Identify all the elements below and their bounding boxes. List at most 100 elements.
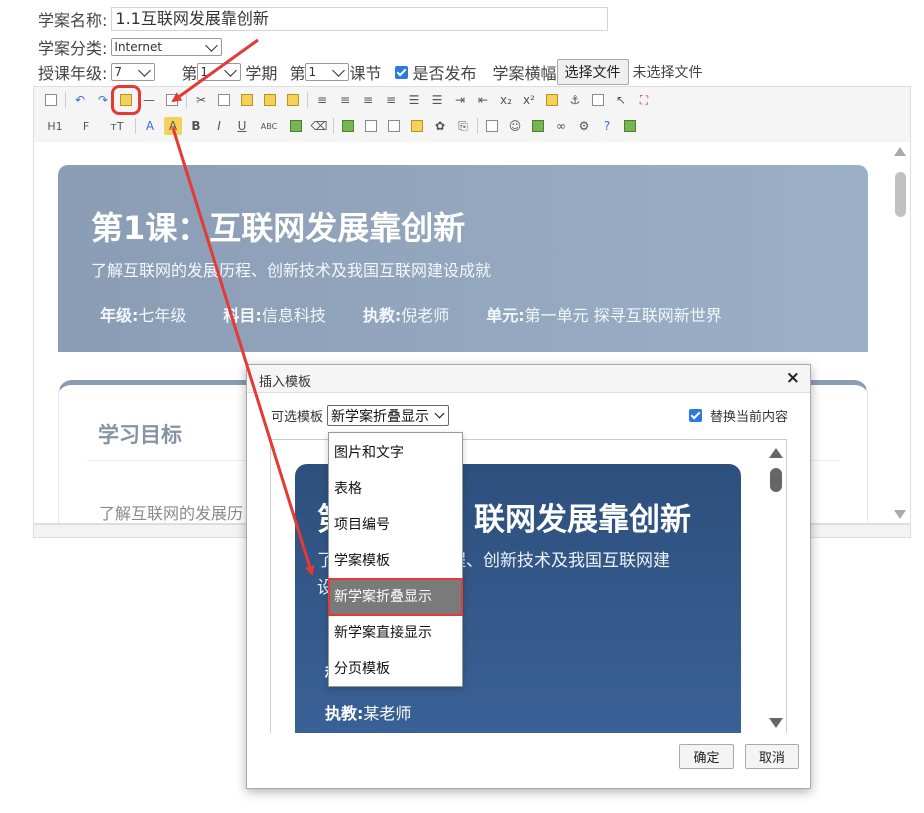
scroll-down-icon[interactable] [894, 510, 906, 519]
clear-format-icon[interactable] [163, 91, 181, 109]
superscript-icon[interactable]: x² [520, 91, 538, 109]
eraser-icon[interactable]: ⌫ [310, 117, 328, 135]
meta-subject-value: 信息科技 [261, 306, 326, 325]
help-icon[interactable]: ? [598, 117, 616, 135]
chevron-down-icon [224, 63, 238, 77]
align-left-icon[interactable]: ≡ [313, 91, 331, 109]
attachment-icon[interactable]: ⎘ [454, 117, 472, 135]
grade-select[interactable]: 7 [111, 63, 156, 81]
highlight-icon[interactable] [287, 117, 305, 135]
lesson-select[interactable]: 1 [305, 63, 350, 81]
video-icon[interactable] [385, 117, 403, 135]
chevron-down-icon [434, 408, 445, 419]
template-option[interactable]: 图片和文字 [329, 435, 462, 471]
meta-teacher-key: 执教: [362, 306, 402, 325]
align-justify-icon[interactable]: ≡ [382, 91, 400, 109]
template-option[interactable]: 项目编号 [329, 507, 462, 543]
ok-button[interactable]: 确定 [679, 744, 734, 769]
butterfly-icon[interactable]: ✿ [431, 117, 449, 135]
template-option[interactable]: 新学案直接显示 [329, 615, 462, 651]
cut-icon[interactable]: ✂ [192, 91, 210, 109]
learning-goals-text: 了解互联网的发展历 [99, 504, 244, 523]
choose-file-button[interactable]: 选择文件 [556, 59, 629, 85]
lesson-prefix: 第 [289, 64, 306, 83]
publish-checkbox[interactable] [395, 65, 409, 79]
category-label: 学案分类: [38, 39, 108, 58]
italic-icon[interactable]: I [210, 117, 228, 135]
copy-icon[interactable] [215, 91, 233, 109]
indent-icon[interactable]: ⇥ [451, 91, 469, 109]
background-color-icon[interactable]: A [164, 117, 182, 135]
close-icon[interactable]: × [786, 368, 800, 388]
font-color-icon[interactable]: A [141, 117, 159, 135]
subscript-icon[interactable]: x₂ [497, 91, 515, 109]
font-family-icon[interactable]: F [73, 117, 99, 135]
undo-icon[interactable]: ↶ [71, 91, 89, 109]
bold-icon[interactable]: B [187, 117, 205, 135]
flash-icon[interactable] [362, 117, 380, 135]
heading-icon[interactable]: H1 [42, 117, 68, 135]
map-icon[interactable] [529, 117, 547, 135]
outdent-icon[interactable]: ⇤ [474, 91, 492, 109]
lesson-suffix: 课节 [349, 64, 382, 83]
link-icon[interactable]: ∞ [552, 117, 570, 135]
smiley-icon[interactable]: ☺ [506, 117, 524, 135]
toolbar-divider [477, 118, 478, 134]
emoticon-icon[interactable] [408, 117, 426, 135]
scroll-up-icon[interactable] [894, 147, 906, 156]
redo-icon[interactable]: ↷ [94, 91, 112, 109]
toolbar-divider [135, 118, 136, 134]
underline-icon[interactable]: U [233, 117, 251, 135]
meta-unit-key: 单元: [486, 306, 525, 325]
template-option[interactable]: 分页模板 [329, 651, 462, 687]
paste-icon[interactable] [238, 91, 256, 109]
name-row: 学案名称: 1.1互联网发展靠创新 [38, 7, 609, 31]
ordered-list-icon[interactable]: ☰ [405, 91, 423, 109]
scroll-thumb[interactable] [895, 172, 906, 217]
fullscreen-icon[interactable]: ⛶ [635, 91, 653, 109]
template-option[interactable]: 表格 [329, 471, 462, 507]
scroll-thumb[interactable] [770, 468, 782, 492]
horizontal-rule-icon[interactable]: — [140, 91, 158, 109]
preview-meta-teacher: 执教:某老师 [325, 700, 411, 724]
preview-scrollbar[interactable] [769, 448, 783, 728]
paste-word-icon[interactable] [284, 91, 302, 109]
source-icon[interactable] [42, 91, 60, 109]
term-select[interactable]: 1 [197, 63, 242, 81]
format-brush-icon[interactable] [543, 91, 561, 109]
grade-row: 授课年级: 7 第 1 学期 第 1 课节 是否发布 学案横幅 选择文件 未选择… [38, 59, 703, 85]
scroll-up-icon[interactable] [769, 448, 783, 458]
paste-text-icon[interactable] [261, 91, 279, 109]
image-icon[interactable] [339, 117, 357, 135]
term-prefix: 第 [181, 64, 198, 83]
font-size-icon[interactable]: тT [104, 117, 130, 135]
category-select[interactable]: Internet [111, 38, 223, 56]
replace-content-checkbox[interactable] [688, 409, 702, 422]
insert-template-icon[interactable] [111, 85, 141, 115]
scroll-down-icon[interactable] [769, 718, 783, 728]
editor-scrollbar[interactable] [894, 147, 907, 519]
no-file-label: 未选择文件 [632, 65, 703, 81]
toolbar-divider [333, 118, 334, 134]
template-option-selected[interactable]: 新学案折叠显示 [328, 578, 463, 616]
align-right-icon[interactable]: ≡ [359, 91, 377, 109]
name-input[interactable]: 1.1互联网发展靠创新 [111, 7, 609, 31]
strikethrough-icon[interactable]: ABC [256, 117, 282, 135]
template-option[interactable]: 学案模板 [329, 543, 462, 579]
unordered-list-icon[interactable]: ☰ [428, 91, 446, 109]
banner-label: 学案横幅 [492, 64, 557, 83]
cancel-button[interactable]: 取消 [745, 744, 799, 769]
dialog-header: 插入模板 × [247, 365, 810, 393]
select-all-icon[interactable]: ↖ [612, 91, 630, 109]
lesson-meta: 年级:七年级 科目:信息科技 执教:倪老师 单元:第一单元 探寻互联网新世界 [100, 302, 722, 326]
page-break-icon[interactable] [621, 117, 639, 135]
publish-label: 是否发布 [412, 64, 477, 83]
anchor-icon[interactable]: ⚓ [566, 91, 584, 109]
table-icon[interactable] [483, 117, 501, 135]
unlink-icon[interactable]: ⚙ [575, 117, 593, 135]
code-icon[interactable] [589, 91, 607, 109]
term-value: 1 [200, 65, 209, 79]
editor-toolbar: ↶ ↷ — ✂ ≡ ≡ ≡ ≡ ☰ ☰ ⇥ ⇤ x₂ x² ⚓ ↖ ⛶ H1 F… [33, 85, 911, 142]
template-select[interactable]: 新学案折叠显示 [327, 405, 450, 426]
align-center-icon[interactable]: ≡ [336, 91, 354, 109]
